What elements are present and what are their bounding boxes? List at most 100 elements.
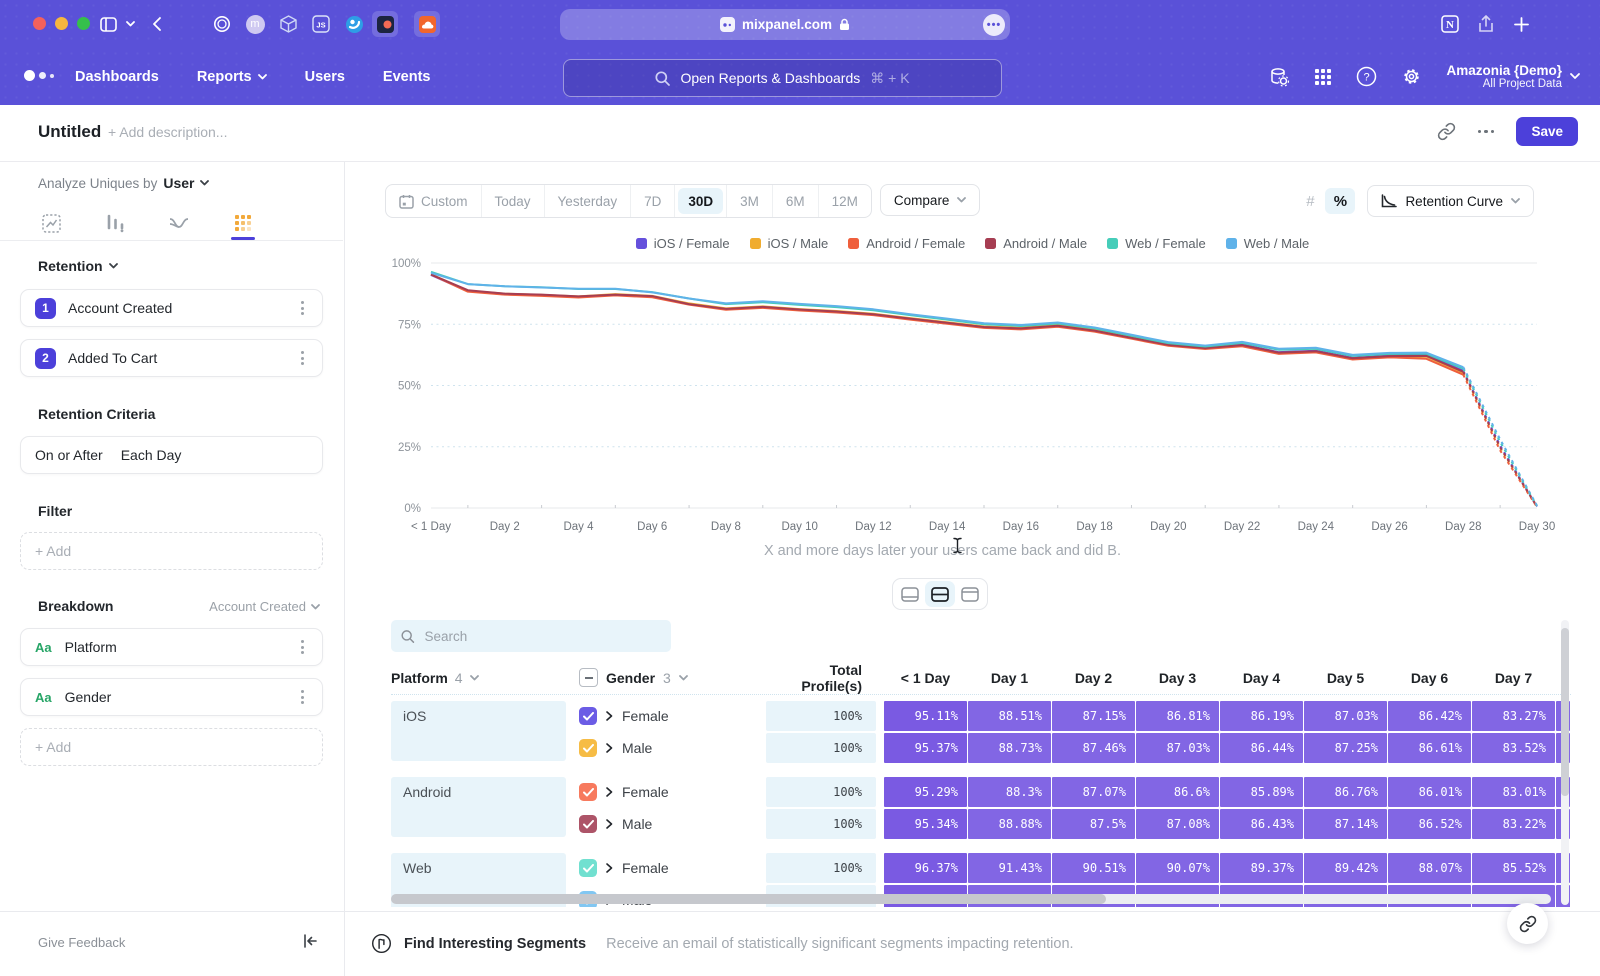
give-feedback-link[interactable]: Give Feedback xyxy=(38,935,125,950)
platform-cell[interactable]: iOS xyxy=(391,701,566,761)
share-icon[interactable] xyxy=(1473,11,1499,37)
breakdown-property-name[interactable]: Gender xyxy=(65,689,112,705)
back-icon[interactable] xyxy=(143,11,169,37)
day-column-header[interactable]: Day 7 xyxy=(1472,670,1555,686)
close-window-button[interactable] xyxy=(33,17,46,30)
tab-funnels[interactable] xyxy=(94,206,136,240)
horizontal-scrollbar-thumb[interactable] xyxy=(391,894,1106,904)
day-column-header[interactable]: Day 4 xyxy=(1220,670,1303,686)
retention-value-cell[interactable]: 85.89% xyxy=(1220,777,1303,807)
kebab-menu-icon[interactable] xyxy=(297,636,308,658)
select-all-checkbox-indeterminate[interactable] xyxy=(579,668,598,687)
url-more-button[interactable]: ••• xyxy=(983,14,1005,36)
minimize-window-button[interactable] xyxy=(55,17,68,30)
retention-value-cell[interactable]: 88.07% xyxy=(1388,853,1471,883)
kebab-menu-icon[interactable] xyxy=(297,297,308,319)
breakdown-gender[interactable]: Aa Gender xyxy=(20,678,323,716)
range-30d[interactable]: 30D xyxy=(674,185,726,217)
extension-icon-cube[interactable] xyxy=(275,11,301,37)
total-profiles-header[interactable]: Total Profile(s) xyxy=(766,662,876,694)
retention-value-cell[interactable]: 87.25% xyxy=(1304,733,1387,763)
nav-item-reports[interactable]: Reports xyxy=(197,69,267,85)
nav-item-users[interactable]: Users xyxy=(305,69,345,85)
kebab-menu-icon[interactable] xyxy=(297,347,308,369)
percent-toggle[interactable]: % xyxy=(1325,188,1355,214)
retention-value-cell[interactable]: 87.03% xyxy=(1304,701,1387,731)
analyze-uniques-selector[interactable]: Analyze Uniques by User xyxy=(38,175,209,191)
active-tab-icon[interactable] xyxy=(372,11,398,37)
retention-value-cell[interactable]: 95.29% xyxy=(884,777,967,807)
retention-value-cell[interactable]: 83.27% xyxy=(1472,701,1555,731)
day-column-header[interactable]: Day 6 xyxy=(1388,670,1471,686)
absolute-numbers-toggle[interactable]: # xyxy=(1295,188,1325,214)
range-7d[interactable]: 7D xyxy=(630,185,674,217)
add-filter-button[interactable]: + Add xyxy=(20,532,323,570)
maximize-window-button[interactable] xyxy=(77,17,90,30)
floating-share-link-button[interactable] xyxy=(1507,903,1548,944)
horizontal-scrollbar[interactable] xyxy=(391,894,1551,904)
tab-retention-active[interactable] xyxy=(222,206,264,240)
tab-flows[interactable] xyxy=(158,206,200,240)
copy-link-icon[interactable] xyxy=(1437,122,1456,141)
platform-cell[interactable]: Android xyxy=(391,777,566,837)
criteria-interval[interactable]: Each Day xyxy=(121,447,182,463)
breakdown-platform[interactable]: Aa Platform xyxy=(20,628,323,666)
notion-icon[interactable]: N xyxy=(1437,11,1463,37)
tabs-chevron-icon[interactable] xyxy=(122,11,138,37)
retention-value-cell[interactable]: 83.22% xyxy=(1472,809,1555,839)
range-custom[interactable]: Custom xyxy=(386,185,481,217)
expand-row-icon[interactable] xyxy=(606,711,613,721)
retention-value-cell[interactable]: 86.76% xyxy=(1304,777,1387,807)
retention-value-cell[interactable]: 86.19% xyxy=(1220,701,1303,731)
retention-criteria-selector[interactable]: On or After Each Day xyxy=(20,436,323,474)
range-12m[interactable]: 12M xyxy=(818,185,871,217)
report-description-placeholder[interactable]: + Add description... xyxy=(108,124,227,140)
series-checkbox[interactable] xyxy=(579,739,597,757)
breakdown-scope-selector[interactable]: Account Created xyxy=(209,599,320,614)
range-3m[interactable]: 3M xyxy=(726,185,772,217)
step-event-name[interactable]: Account Created xyxy=(68,300,172,316)
sidebar-toggle-icon[interactable] xyxy=(95,11,121,37)
vertical-scrollbar-thumb[interactable] xyxy=(1561,628,1569,796)
retention-value-cell[interactable]: 89.42% xyxy=(1304,853,1387,883)
day-column-header[interactable]: Day 2 xyxy=(1052,670,1135,686)
range-6m[interactable]: 6M xyxy=(772,185,818,217)
add-breakdown-button[interactable]: + Add xyxy=(20,728,323,766)
retention-value-cell[interactable]: 88.73% xyxy=(968,733,1051,763)
expand-row-icon[interactable] xyxy=(606,863,613,873)
retention-value-cell[interactable]: 87.5% xyxy=(1052,809,1135,839)
gender-column-header[interactable]: Gender 3 xyxy=(579,668,766,687)
legend-item[interactable]: Web / Female xyxy=(1107,236,1206,251)
retention-value-cell[interactable]: 86.01% xyxy=(1388,777,1471,807)
retention-value-cell[interactable]: 86.42% xyxy=(1388,701,1471,731)
retention-value-cell[interactable]: 90.07% xyxy=(1136,853,1219,883)
data-management-icon[interactable] xyxy=(1268,66,1290,88)
apps-grid-icon[interactable] xyxy=(1314,68,1332,86)
retention-step-1[interactable]: 1 Account Created xyxy=(20,289,323,327)
retention-value-cell[interactable]: 89.37% xyxy=(1220,853,1303,883)
more-menu-icon[interactable] xyxy=(1478,130,1495,134)
tab-icon-soundcloud[interactable] xyxy=(414,11,440,37)
retention-value-cell[interactable]: 95.37% xyxy=(884,733,967,763)
legend-item[interactable]: Web / Male xyxy=(1226,236,1310,251)
table-search[interactable] xyxy=(391,620,671,652)
day-column-header[interactable]: Day 5 xyxy=(1304,670,1387,686)
view-chart-only[interactable] xyxy=(895,581,925,607)
retention-value-cell[interactable]: 95.11% xyxy=(884,701,967,731)
retention-value-cell[interactable]: 87.07% xyxy=(1052,777,1135,807)
retention-value-cell[interactable]: 86.81% xyxy=(1136,701,1219,731)
extension-icon-avatar[interactable]: m xyxy=(242,11,268,37)
platform-column-header[interactable]: Platform 4 xyxy=(391,670,579,686)
extension-icon-globe[interactable] xyxy=(341,11,367,37)
expand-row-icon[interactable] xyxy=(606,787,613,797)
report-title[interactable]: Untitled xyxy=(38,122,101,142)
help-icon[interactable]: ? xyxy=(1356,66,1377,87)
retention-value-cell[interactable]: 95.34% xyxy=(884,809,967,839)
kebab-menu-icon[interactable] xyxy=(297,686,308,708)
retention-value-cell[interactable]: 87.15% xyxy=(1052,701,1135,731)
breakdown-property-name[interactable]: Platform xyxy=(65,639,117,655)
retention-value-cell[interactable]: 86.44% xyxy=(1220,733,1303,763)
mixpanel-logo[interactable] xyxy=(24,70,54,81)
legend-item[interactable]: iOS / Female xyxy=(636,236,730,251)
retention-step-2[interactable]: 2 Added To Cart xyxy=(20,339,323,377)
